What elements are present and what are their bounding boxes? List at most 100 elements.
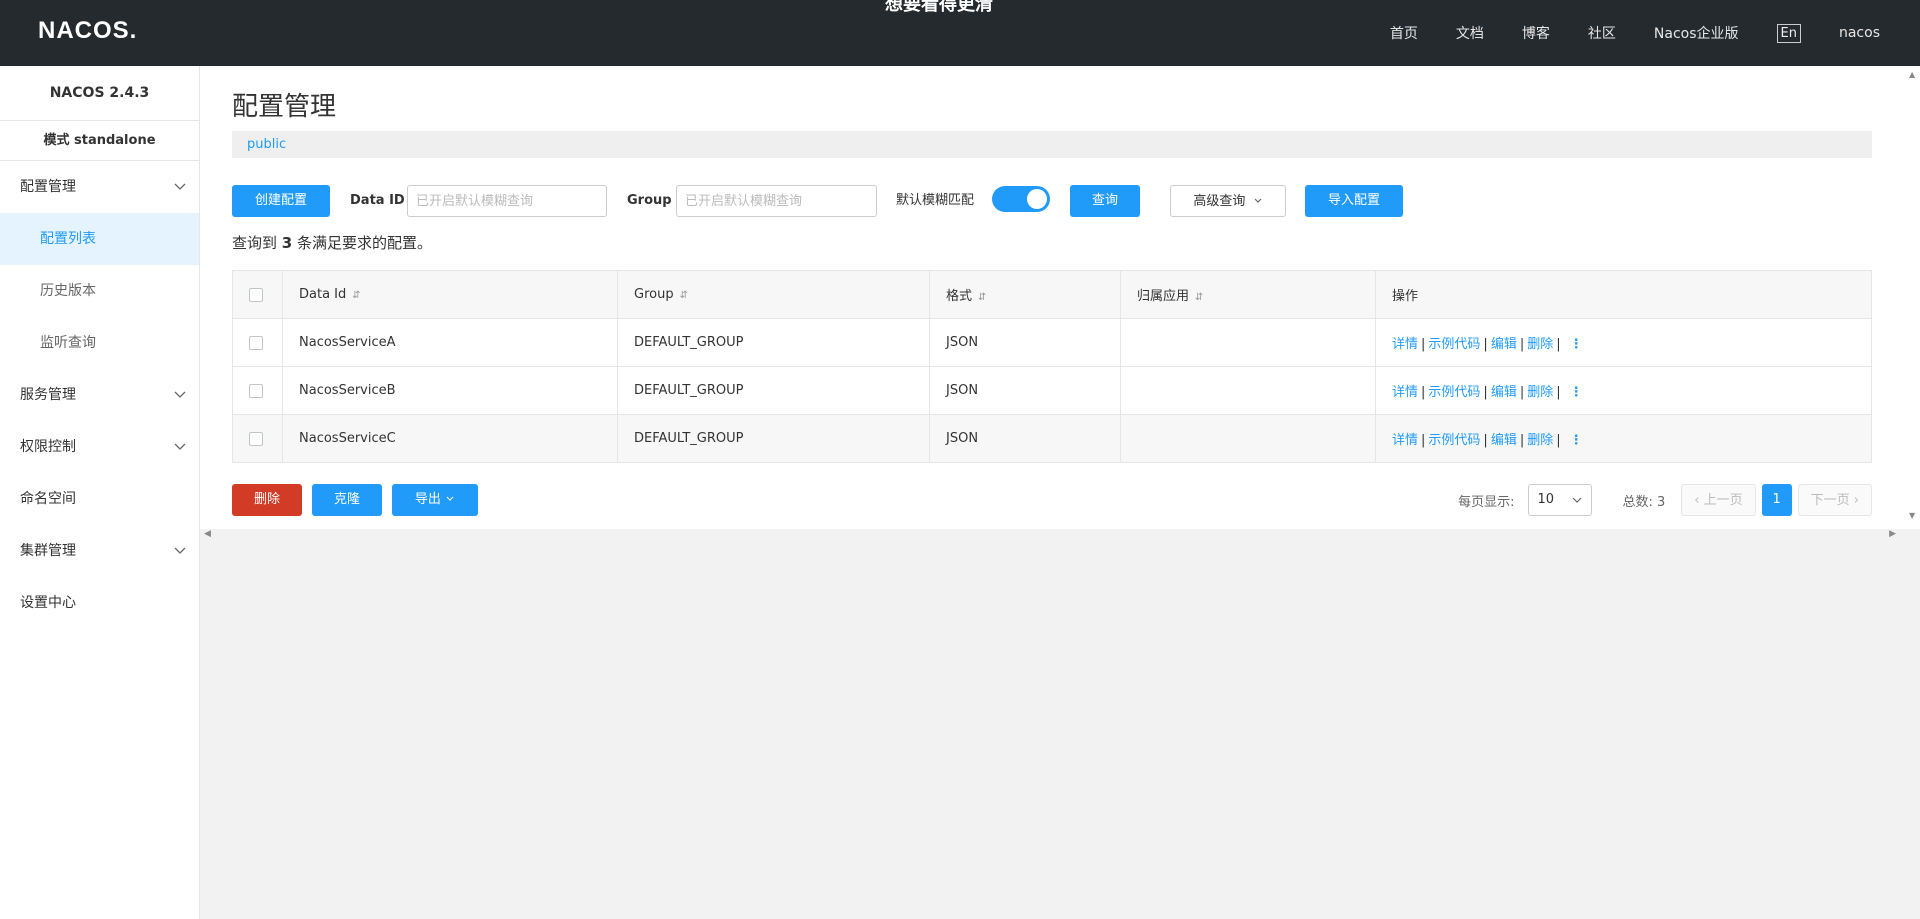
next-page-button[interactable]: 下一页 › [1797, 484, 1872, 516]
sidebar-item-history[interactable]: 历史版本 [0, 265, 199, 317]
detail-link[interactable]: 详情 [1392, 433, 1418, 448]
mode-label: 模式 standalone [0, 121, 199, 161]
sample-code-link[interactable]: 示例代码 [1428, 385, 1480, 400]
chevron-down-icon [174, 391, 186, 398]
user-menu[interactable]: nacos [1839, 25, 1880, 41]
more-options-icon[interactable]: ⋮ [1570, 337, 1583, 352]
sidebar-item-access-control[interactable]: 权限控制 [0, 421, 199, 473]
sidebar-item-config-list[interactable]: 配置列表 [0, 213, 199, 265]
namespace-public[interactable]: public [247, 131, 286, 158]
group-label: Group [627, 193, 672, 208]
nav-docs[interactable]: 文档 [1456, 23, 1484, 43]
sort-icon[interactable]: ⇵ [352, 290, 360, 301]
sidebar-item-settings[interactable]: 设置中心 [0, 577, 199, 629]
more-options-icon[interactable]: ⋮ [1570, 433, 1583, 448]
scroll-left-icon[interactable]: ◀ [204, 529, 211, 539]
chevron-down-icon [1254, 198, 1262, 203]
import-config-button[interactable]: 导入配置 [1305, 185, 1403, 217]
clipped-title: 想要看得更清 [885, 0, 993, 15]
prev-page-button[interactable]: ‹ 上一页 [1681, 484, 1756, 516]
sidebar-item-config-management[interactable]: 配置管理 [0, 161, 199, 213]
advanced-query-button[interactable]: 高级查询 [1170, 185, 1286, 217]
sidebar-item-label: 监听查询 [40, 335, 96, 351]
more-options-icon[interactable]: ⋮ [1570, 385, 1583, 400]
export-button[interactable]: 导出 [392, 484, 478, 516]
current-page[interactable]: 1 [1761, 484, 1792, 516]
nav-home[interactable]: 首页 [1390, 23, 1418, 43]
row-checkbox[interactable] [249, 383, 263, 398]
table-footer: 删除 克隆 导出 每页显示: 10 总数: 3 ‹ 上一页 1 下一页 › [232, 484, 1872, 516]
sort-icon[interactable]: ⇵ [1195, 292, 1203, 303]
nav-enterprise[interactable]: Nacos企业版 [1654, 23, 1739, 43]
scroll-down-icon[interactable]: ▼ [1909, 511, 1915, 520]
query-button[interactable]: 查询 [1070, 185, 1140, 217]
nacos-logo[interactable]: NACOS. [38, 17, 137, 45]
col-app[interactable]: 归属应用 ⇵ [1120, 270, 1376, 319]
sidebar-item-label: 权限控制 [20, 439, 76, 455]
col-group[interactable]: Group ⇵ [617, 270, 930, 319]
horizontal-scrollbar[interactable]: ◀ ▶ [200, 529, 1920, 543]
sidebar-item-listener-query[interactable]: 监听查询 [0, 317, 199, 369]
scroll-up-icon[interactable]: ▲ [1909, 70, 1915, 79]
prev-page-label: 上一页 [1703, 493, 1743, 508]
cell-dataid: NacosServiceB [282, 366, 618, 415]
batch-delete-button[interactable]: 删除 [232, 484, 302, 516]
row-checkbox[interactable] [249, 335, 263, 350]
sidebar-item-label: 设置中心 [20, 595, 76, 611]
sample-code-link[interactable]: 示例代码 [1428, 433, 1480, 448]
sort-icon[interactable]: ⇵ [680, 290, 688, 301]
col-format[interactable]: 格式 ⇵ [929, 270, 1121, 319]
nav-community[interactable]: 社区 [1588, 23, 1616, 43]
fuzzy-match-label: 默认模糊匹配 [896, 193, 975, 208]
edit-link[interactable]: 编辑 [1491, 385, 1517, 400]
detail-link[interactable]: 详情 [1392, 385, 1418, 400]
delete-link[interactable]: 删除 [1527, 385, 1553, 400]
dataid-label: Data ID [350, 193, 405, 208]
chevron-down-icon [174, 443, 186, 450]
cell-group: DEFAULT_GROUP [617, 414, 930, 463]
delete-link[interactable]: 删除 [1527, 337, 1553, 352]
sort-icon[interactable]: ⇵ [978, 292, 986, 303]
cell-dataid: NacosServiceA [282, 318, 618, 367]
sep: | [1519, 385, 1525, 400]
col-label: Group [634, 287, 674, 302]
create-config-button[interactable]: 创建配置 [232, 185, 330, 217]
cell-group: DEFAULT_GROUP [617, 318, 930, 367]
nav-blog[interactable]: 博客 [1522, 23, 1550, 43]
sep: | [1556, 433, 1561, 448]
clone-button[interactable]: 克隆 [312, 484, 382, 516]
sidebar-item-cluster-management[interactable]: 集群管理 [0, 525, 199, 577]
edit-link[interactable]: 编辑 [1491, 433, 1517, 448]
language-switch[interactable]: En [1776, 23, 1801, 43]
select-all-checkbox[interactable] [249, 287, 263, 302]
cell-format: JSON [929, 414, 1121, 463]
result-summary: 查询到 3 条满足要求的配置。 [232, 232, 432, 253]
chevron-down-icon [174, 547, 186, 554]
sep: | [1421, 385, 1426, 400]
group-input[interactable] [676, 185, 877, 217]
chevron-right-icon: › [1853, 493, 1859, 508]
sep: | [1556, 337, 1561, 352]
edit-link[interactable]: 编辑 [1491, 337, 1517, 352]
namespace-bar: public [232, 131, 1872, 158]
col-dataid[interactable]: Data Id ⇵ [282, 270, 618, 319]
page-size-value: 10 [1537, 492, 1555, 507]
cell-format: JSON [929, 366, 1121, 415]
sidebar-item-namespace[interactable]: 命名空间 [0, 473, 199, 525]
page-size-select[interactable]: 10 [1528, 484, 1593, 516]
scroll-right-icon[interactable]: ▶ [1889, 529, 1896, 539]
sidebar-item-service-management[interactable]: 服务管理 [0, 369, 199, 421]
dataid-input[interactable] [407, 185, 607, 217]
sep: | [1483, 385, 1488, 400]
detail-link[interactable]: 详情 [1392, 337, 1418, 352]
vertical-scrollbar[interactable]: ▲ ▼ [1906, 66, 1920, 543]
sample-code-link[interactable]: 示例代码 [1428, 337, 1480, 352]
cell-app [1120, 366, 1376, 415]
total-count: 总数: 3 [1622, 494, 1666, 510]
fuzzy-match-toggle[interactable] [992, 186, 1050, 212]
delete-link[interactable]: 删除 [1527, 433, 1553, 448]
main-content: 配置管理 public 创建配置 Data ID Group 默认模糊匹配 查询… [200, 66, 1920, 529]
export-label: 导出 [414, 492, 441, 507]
row-checkbox[interactable] [249, 431, 263, 446]
sidebar-item-label: 配置管理 [20, 179, 76, 195]
